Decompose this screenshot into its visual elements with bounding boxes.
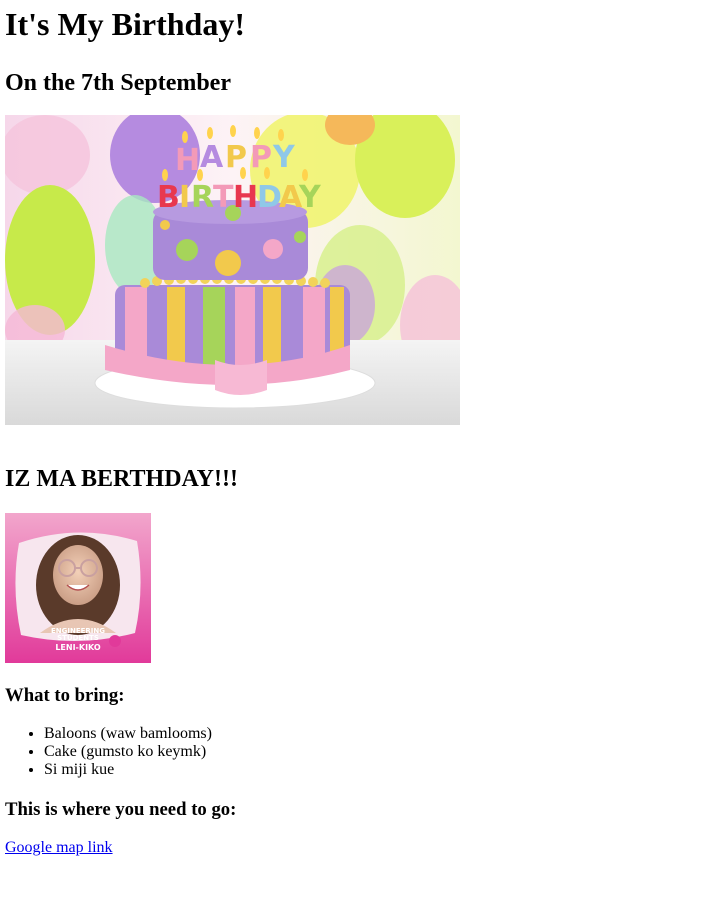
svg-text:STUDENTS: STUDENTS: [57, 634, 99, 642]
list-item: Baloons (waw bamlooms): [44, 725, 707, 743]
birthday-cake-illustration: H A P P Y B I R T H D A Y: [5, 115, 460, 425]
profile-photo-frame: ENGINEERING STUDENTS LENI-KIKO: [5, 513, 151, 663]
bring-heading: What to bring:: [5, 685, 125, 706]
page-title: It's My Birthday!: [5, 6, 245, 42]
page-content: It's My Birthday! On the 7th September H…: [0, 0, 712, 857]
svg-text:H: H: [175, 143, 200, 178]
google-map-link[interactable]: Google map link: [5, 839, 113, 857]
svg-text:T: T: [213, 180, 234, 215]
svg-text:Y: Y: [272, 140, 296, 175]
profile-image: ENGINEERING STUDENTS LENI-KIKO: [5, 513, 151, 663]
svg-text:H: H: [233, 180, 258, 215]
svg-text:Y: Y: [298, 180, 322, 215]
directions-heading: This is where you need to go:: [5, 799, 237, 820]
svg-text:I: I: [179, 180, 190, 215]
list-item: Si miji kue: [44, 761, 707, 779]
svg-text:R: R: [191, 180, 214, 215]
cake-image: H A P P Y B I R T H D A Y: [5, 115, 460, 425]
section-heading: IZ MA BERTHDAY!!!: [5, 466, 238, 492]
svg-text:B: B: [157, 180, 180, 215]
svg-text:A: A: [200, 140, 224, 175]
list-item: Cake (gumsto ko keymk): [44, 743, 707, 761]
bring-list: Baloons (waw bamlooms) Cake (gumsto ko k…: [5, 725, 707, 779]
svg-text:LENI-KIKO: LENI-KIKO: [55, 643, 101, 652]
date-heading: On the 7th September: [5, 70, 231, 96]
